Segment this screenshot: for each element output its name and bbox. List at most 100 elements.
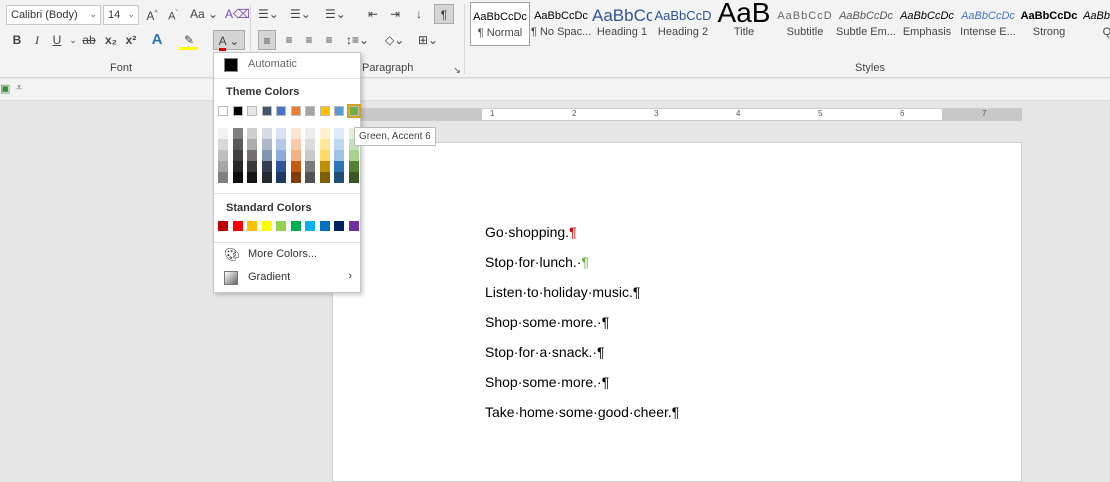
- theme-color-swatch[interactable]: [334, 106, 344, 116]
- multilevel-list-icon[interactable]: ☰⌄: [325, 4, 346, 24]
- document-line[interactable]: Shop·some·more.·¶: [485, 374, 609, 390]
- theme-shade-swatch[interactable]: [261, 161, 272, 172]
- sort-icon[interactable]: ↓: [410, 4, 428, 24]
- decrease-indent-icon[interactable]: ⇤: [364, 4, 382, 24]
- theme-color-swatch[interactable]: [218, 106, 228, 116]
- standard-color-swatch[interactable]: [232, 221, 243, 231]
- style-subtitle[interactable]: AaBbCcD Subtitle: [775, 2, 835, 46]
- style-heading-1[interactable]: AaBbCc Heading 1: [592, 2, 652, 46]
- theme-shade-swatch[interactable]: [261, 128, 272, 139]
- theme-color-swatch[interactable]: [305, 106, 315, 116]
- theme-color-swatch[interactable]: [261, 106, 272, 116]
- more-colors-item[interactable]: 🎨︎ More Colors...: [220, 245, 356, 265]
- theme-shade-swatch[interactable]: [319, 128, 330, 139]
- theme-shade-swatch[interactable]: [247, 150, 257, 161]
- theme-color-swatch[interactable]: [232, 106, 243, 116]
- style-emphasis[interactable]: AaBbCcDc Emphasis: [897, 2, 957, 46]
- style-strong[interactable]: AaBbCcDc Strong: [1019, 2, 1079, 46]
- theme-color-swatch[interactable]: [276, 106, 286, 116]
- theme-shade-swatch[interactable]: [290, 161, 301, 172]
- theme-shade-swatch[interactable]: [247, 139, 257, 150]
- document-line[interactable]: Stop·for·lunch.·¶: [485, 254, 589, 270]
- theme-shade-swatch[interactable]: [290, 128, 301, 139]
- theme-shade-swatch[interactable]: [218, 128, 228, 139]
- standard-color-swatch[interactable]: [305, 221, 315, 231]
- italic-button[interactable]: I: [28, 30, 46, 50]
- style-title[interactable]: AaB Title: [714, 2, 774, 46]
- clear-formatting-icon[interactable]: A⌫: [225, 4, 250, 24]
- borders-icon[interactable]: ⊞⌄: [418, 30, 438, 50]
- theme-shade-swatch[interactable]: [348, 161, 359, 172]
- theme-shade-swatch[interactable]: [276, 172, 286, 183]
- theme-shade-swatch[interactable]: [247, 161, 257, 172]
- theme-shade-swatch[interactable]: [290, 139, 301, 150]
- theme-shade-swatch[interactable]: [218, 161, 228, 172]
- style-normal[interactable]: AaBbCcDc ¶ Normal: [470, 2, 530, 46]
- change-case-button[interactable]: Aa ⌄: [190, 4, 218, 24]
- theme-shade-swatch[interactable]: [290, 172, 301, 183]
- theme-shade-swatch[interactable]: [276, 161, 286, 172]
- standard-color-swatch[interactable]: [334, 221, 344, 231]
- theme-shade-swatch[interactable]: [305, 150, 315, 161]
- chevron-down-icon[interactable]: ⌄: [89, 9, 97, 20]
- font-color-button[interactable]: A ⌄: [213, 30, 245, 51]
- shading-icon[interactable]: ◇⌄: [385, 30, 404, 50]
- document-line[interactable]: Go·shopping.¶: [485, 224, 577, 240]
- theme-shade-swatch[interactable]: [261, 172, 272, 183]
- save-icon[interactable]: ▣: [0, 82, 10, 95]
- theme-shade-swatch[interactable]: [334, 139, 344, 150]
- style-subtle-em[interactable]: AaBbCcDc Subtle Em...: [836, 2, 896, 46]
- theme-shade-swatch[interactable]: [232, 150, 243, 161]
- theme-shade-swatch[interactable]: [232, 139, 243, 150]
- shrink-font-button[interactable]: Aˇ: [164, 4, 182, 24]
- standard-color-swatch[interactable]: [276, 221, 286, 231]
- theme-shade-swatch[interactable]: [348, 172, 359, 183]
- strikethrough-button[interactable]: ab: [80, 30, 98, 50]
- standard-color-swatch[interactable]: [290, 221, 301, 231]
- theme-shade-swatch[interactable]: [319, 161, 330, 172]
- font-size-combo[interactable]: 14 ⌄: [103, 5, 139, 25]
- standard-color-swatch[interactable]: [348, 221, 359, 231]
- theme-shade-swatch[interactable]: [232, 172, 243, 183]
- theme-shade-swatch[interactable]: [232, 161, 243, 172]
- standard-color-swatch[interactable]: [218, 221, 228, 231]
- bold-button[interactable]: B: [8, 30, 26, 50]
- bullets-icon[interactable]: ☰⌄: [258, 4, 279, 24]
- theme-shade-swatch[interactable]: [290, 150, 301, 161]
- customize-toolbar-icon[interactable]: ⩡: [16, 82, 22, 95]
- style-intense-e[interactable]: AaBbCcDc Intense E...: [958, 2, 1018, 46]
- align-right-icon[interactable]: ≡: [300, 30, 318, 50]
- theme-shade-swatch[interactable]: [218, 150, 228, 161]
- theme-shade-swatch[interactable]: [247, 128, 257, 139]
- document-page[interactable]: Go·shopping.¶ Stop·for·lunch.·¶ Listen·to·…: [332, 142, 1022, 482]
- theme-shade-swatch[interactable]: [276, 139, 286, 150]
- align-left-icon[interactable]: ≡: [258, 30, 276, 50]
- theme-shade-swatch[interactable]: [276, 150, 286, 161]
- style-heading-2[interactable]: AaBbCcD Heading 2: [653, 2, 713, 46]
- highlight-color-icon[interactable]: ✎: [180, 30, 198, 50]
- grow-font-button[interactable]: A^: [143, 4, 161, 24]
- font-name-combo[interactable]: Calibri (Body) ⌄: [6, 5, 101, 25]
- align-center-icon[interactable]: ≡: [280, 30, 298, 50]
- standard-color-swatch[interactable]: [319, 221, 330, 231]
- theme-shade-swatch[interactable]: [261, 150, 272, 161]
- style-qu[interactable]: AaBbCcDc Qu: [1080, 2, 1110, 46]
- theme-shade-swatch[interactable]: [232, 128, 243, 139]
- line-spacing-icon[interactable]: ↕≡⌄: [346, 30, 369, 50]
- theme-shade-swatch[interactable]: [319, 150, 330, 161]
- theme-shade-swatch[interactable]: [334, 172, 344, 183]
- style-no-spac[interactable]: AaBbCcDc ¶ No Spac...: [531, 2, 591, 46]
- document-line[interactable]: Listen·to·holiday·music.¶: [485, 284, 640, 300]
- justify-icon[interactable]: ≡: [320, 30, 338, 50]
- superscript-button[interactable]: x²: [122, 30, 140, 50]
- subscript-button[interactable]: x₂: [102, 30, 120, 50]
- theme-shade-swatch[interactable]: [261, 139, 272, 150]
- text-effects-icon[interactable]: A: [148, 30, 166, 50]
- theme-shade-swatch[interactable]: [218, 139, 228, 150]
- document-line[interactable]: Stop·for·a·snack.·¶: [485, 344, 605, 360]
- theme-shade-swatch[interactable]: [319, 139, 330, 150]
- theme-shade-swatch[interactable]: [276, 128, 286, 139]
- theme-shade-swatch[interactable]: [334, 128, 344, 139]
- theme-shade-swatch[interactable]: [247, 172, 257, 183]
- show-formatting-marks-button[interactable]: ¶: [434, 4, 454, 24]
